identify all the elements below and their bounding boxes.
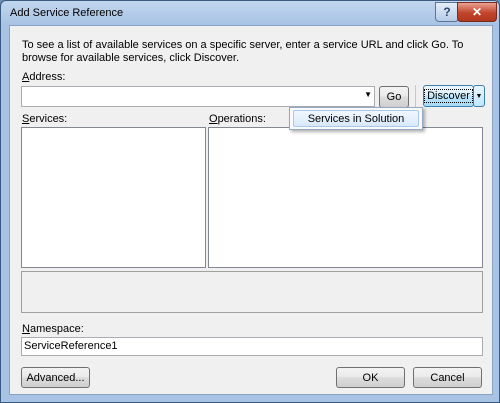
dialog-body: To see a list of available services on a…	[9, 25, 493, 395]
help-button[interactable]: ?	[435, 2, 459, 22]
advanced-button-label: Advanced...	[26, 371, 85, 384]
ok-button-label: OK	[362, 371, 379, 384]
address-combobox[interactable]: ▼	[21, 86, 375, 107]
chevron-down-icon[interactable]: ▼	[364, 90, 372, 99]
chevron-down-icon: ▼	[475, 92, 483, 100]
menu-item-label: Services in Solution	[307, 112, 405, 125]
window-title: Add Service Reference	[10, 7, 124, 19]
details-panel	[21, 271, 483, 313]
go-button[interactable]: Go	[379, 86, 409, 108]
discover-button-label: Discover	[424, 89, 473, 103]
cancel-button[interactable]: Cancel	[413, 367, 482, 388]
discover-button[interactable]: Discover	[423, 85, 474, 107]
address-label: Address:	[22, 71, 66, 83]
go-button-label: Go	[386, 91, 402, 103]
instruction-text: To see a list of available services on a…	[22, 39, 464, 64]
help-icon: ?	[443, 5, 451, 19]
menu-item-services-in-solution[interactable]: Services in Solution	[293, 110, 419, 127]
close-icon: ✕	[471, 5, 483, 19]
cancel-button-label: Cancel	[430, 371, 465, 384]
namespace-label: Namespace:	[22, 323, 84, 335]
advanced-button[interactable]: Advanced...	[21, 367, 90, 388]
close-button[interactable]: ✕	[457, 2, 497, 22]
services-tree[interactable]	[21, 127, 206, 268]
discover-dropdown-button[interactable]: ▼	[473, 85, 485, 107]
operations-list[interactable]	[208, 127, 483, 268]
toolbar-separator	[415, 85, 416, 107]
operations-label: Operations:	[209, 113, 266, 125]
services-label: Services:	[22, 113, 68, 125]
discover-dropdown-menu: Services in Solution	[289, 107, 423, 130]
namespace-field[interactable]: ServiceReference1	[21, 337, 483, 356]
dialog-window: Add Service Reference ? ✕ To see a list …	[0, 0, 500, 403]
ok-button[interactable]: OK	[336, 367, 405, 388]
